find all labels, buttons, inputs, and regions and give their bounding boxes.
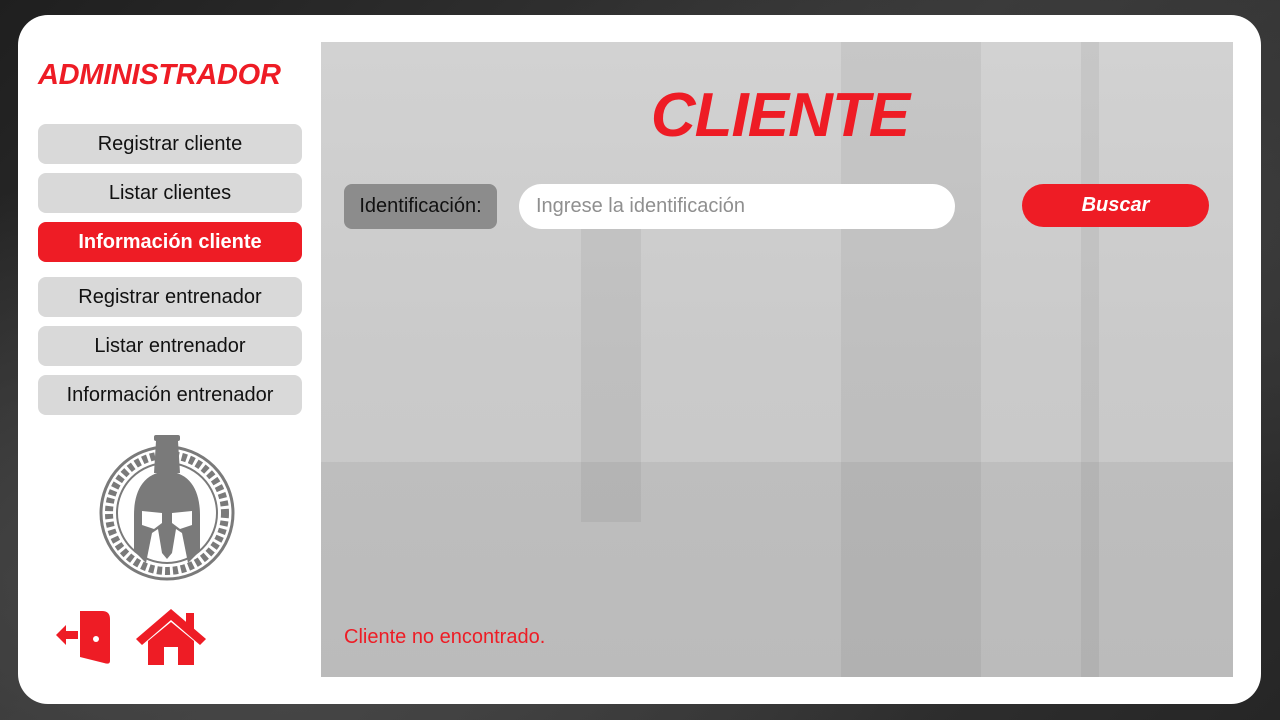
- sidebar: ADMINISTRADOR Registrar cliente Listar c…: [18, 15, 320, 704]
- buscar-button[interactable]: Buscar: [1022, 184, 1209, 227]
- spartan-helmet-icon: [99, 435, 235, 581]
- sidebar-item-registrar-entrenador[interactable]: Registrar entrenador: [38, 277, 302, 317]
- sidebar-item-label: Listar clientes: [108, 181, 232, 204]
- page-title: CLIENTE: [650, 81, 910, 150]
- sidebar-item-label: Información cliente: [78, 230, 262, 253]
- sidebar-item-listar-clientes[interactable]: Listar clientes: [38, 173, 302, 213]
- sidebar-item-label: Registrar cliente: [97, 132, 243, 155]
- sidebar-item-registrar-cliente[interactable]: Registrar cliente: [38, 124, 302, 164]
- sidebar-item-informacion-entrenador[interactable]: Información entrenador: [38, 375, 302, 415]
- sidebar-item-label: Información entrenador: [66, 383, 274, 406]
- sidebar-title: ADMINISTRADOR: [38, 59, 281, 91]
- sidebar-item-label: Registrar entrenador: [78, 285, 262, 308]
- sidebar-item-informacion-cliente[interactable]: Información cliente: [38, 222, 302, 262]
- sidebar-item-listar-entrenador[interactable]: Listar entrenador: [38, 326, 302, 366]
- home-icon[interactable]: [134, 607, 208, 667]
- sidebar-item-label: Listar entrenador: [94, 334, 246, 357]
- app-window: ADMINISTRADOR Registrar cliente Listar c…: [18, 15, 1261, 704]
- identificacion-label-text: Identificación:: [359, 195, 482, 217]
- identificacion-input[interactable]: [519, 184, 955, 229]
- exit-icon[interactable]: [54, 607, 114, 667]
- identificacion-label: Identificación:: [344, 184, 497, 229]
- status-message: Cliente no encontrado.: [344, 626, 546, 648]
- main-panel: CLIENTE Identificación: Buscar Cliente n…: [321, 42, 1233, 677]
